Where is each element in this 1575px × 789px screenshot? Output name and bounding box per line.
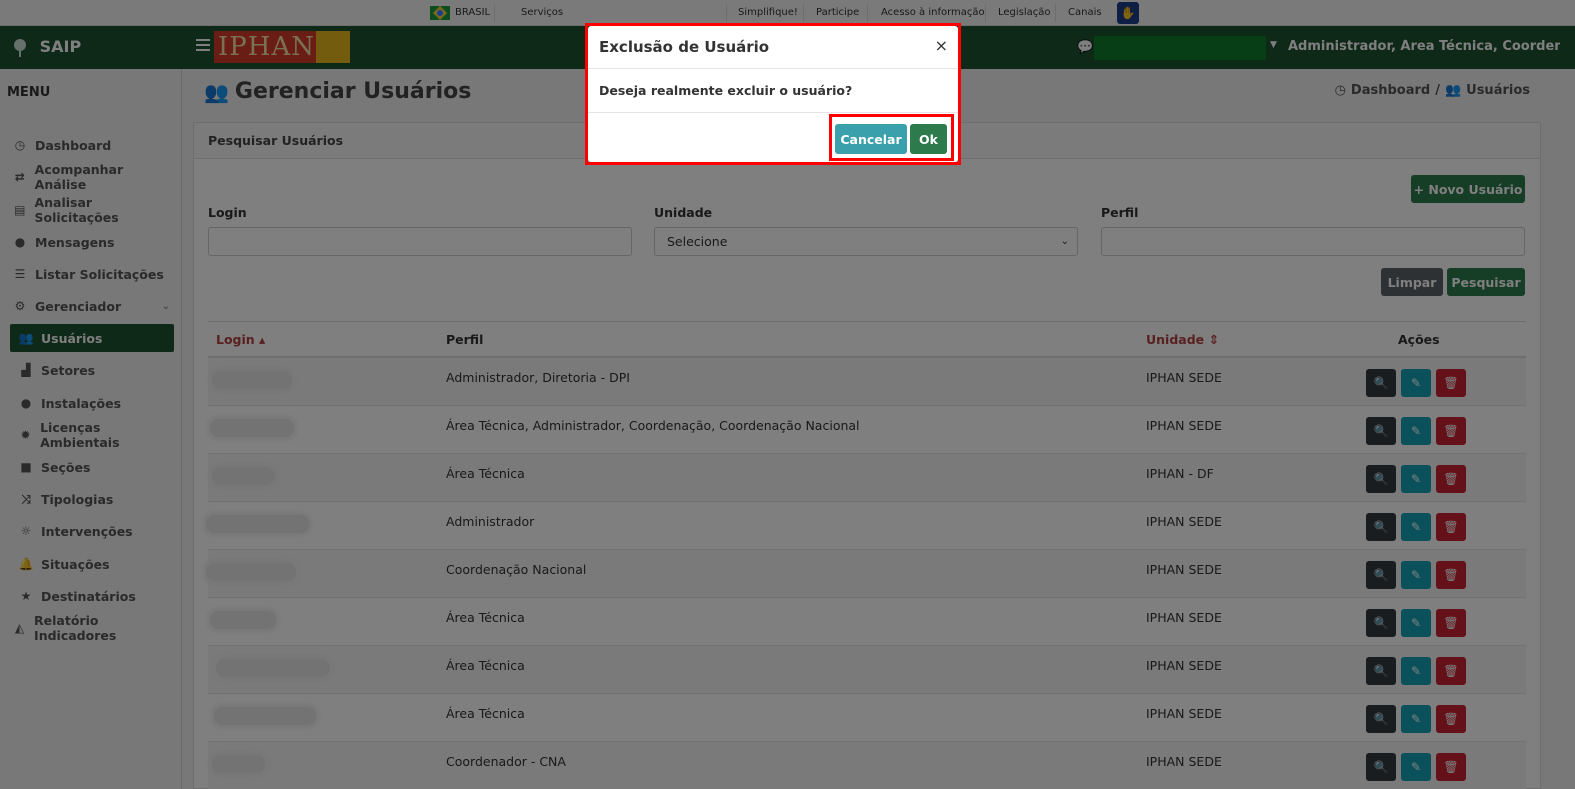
ok-button[interactable]: Ok: [910, 124, 947, 154]
cancel-button[interactable]: Cancelar: [835, 124, 907, 154]
